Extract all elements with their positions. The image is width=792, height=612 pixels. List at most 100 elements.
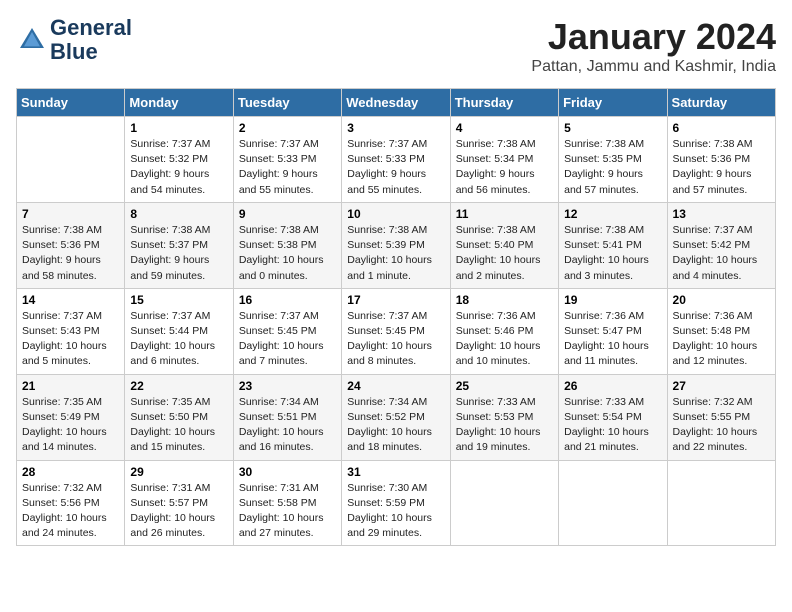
day-info: Sunrise: 7:38 AM Sunset: 5:36 PM Dayligh… bbox=[673, 137, 770, 198]
calendar-cell: 24 Sunrise: 7:34 AM Sunset: 5:52 PM Dayli… bbox=[342, 374, 450, 460]
calendar-cell: 3 Sunrise: 7:37 AM Sunset: 5:33 PM Daylig… bbox=[342, 117, 450, 203]
day-info: Sunrise: 7:32 AM Sunset: 5:56 PM Dayligh… bbox=[22, 481, 119, 542]
week-row-5: 28 Sunrise: 7:32 AM Sunset: 5:56 PM Dayli… bbox=[17, 460, 776, 546]
day-number: 26 bbox=[564, 379, 661, 393]
calendar-cell: 22Sunrise: 7:35 AM Sunset: 5:50 PM Dayli… bbox=[125, 374, 233, 460]
calendar-cell: 11 Sunrise: 7:38 AM Sunset: 5:40 PM Dayli… bbox=[450, 202, 558, 288]
day-info: Sunrise: 7:38 AM Sunset: 5:39 PM Dayligh… bbox=[347, 223, 444, 284]
day-number: 11 bbox=[456, 207, 553, 221]
day-info: Sunrise: 7:35 AM Sunset: 5:50 PM Dayligh… bbox=[130, 395, 227, 456]
weekday-sunday: Sunday bbox=[17, 89, 125, 117]
day-info: Sunrise: 7:37 AM Sunset: 5:32 PM Dayligh… bbox=[130, 137, 227, 198]
calendar-cell bbox=[559, 460, 667, 546]
calendar-cell bbox=[667, 460, 775, 546]
day-number: 2 bbox=[239, 121, 336, 135]
day-number: 4 bbox=[456, 121, 553, 135]
calendar-cell: 7 Sunrise: 7:38 AM Sunset: 5:36 PM Daylig… bbox=[17, 202, 125, 288]
day-number: 12 bbox=[564, 207, 661, 221]
calendar-cell: 2 Sunrise: 7:37 AM Sunset: 5:33 PM Daylig… bbox=[233, 117, 341, 203]
day-number: 17 bbox=[347, 293, 444, 307]
title-area: January 2024 Pattan, Jammu and Kashmir, … bbox=[531, 16, 776, 76]
logo-text: General Blue bbox=[50, 16, 132, 64]
logo-icon bbox=[16, 24, 48, 56]
day-number: 3 bbox=[347, 121, 444, 135]
day-info: Sunrise: 7:30 AM Sunset: 5:59 PM Dayligh… bbox=[347, 481, 444, 542]
weekday-wednesday: Wednesday bbox=[342, 89, 450, 117]
calendar-cell bbox=[17, 117, 125, 203]
day-info: Sunrise: 7:31 AM Sunset: 5:57 PM Dayligh… bbox=[130, 481, 227, 542]
calendar-cell: 29Sunrise: 7:31 AM Sunset: 5:57 PM Dayli… bbox=[125, 460, 233, 546]
day-info: Sunrise: 7:36 AM Sunset: 5:47 PM Dayligh… bbox=[564, 309, 661, 370]
weekday-thursday: Thursday bbox=[450, 89, 558, 117]
calendar-cell: 19Sunrise: 7:36 AM Sunset: 5:47 PM Dayli… bbox=[559, 288, 667, 374]
calendar-cell: 23Sunrise: 7:34 AM Sunset: 5:51 PM Dayli… bbox=[233, 374, 341, 460]
day-info: Sunrise: 7:38 AM Sunset: 5:36 PM Dayligh… bbox=[22, 223, 119, 284]
calendar-cell: 6 Sunrise: 7:38 AM Sunset: 5:36 PM Daylig… bbox=[667, 117, 775, 203]
calendar-cell: 8 Sunrise: 7:38 AM Sunset: 5:37 PM Daylig… bbox=[125, 202, 233, 288]
day-info: Sunrise: 7:38 AM Sunset: 5:40 PM Dayligh… bbox=[456, 223, 553, 284]
calendar-cell: 4 Sunrise: 7:38 AM Sunset: 5:34 PM Daylig… bbox=[450, 117, 558, 203]
day-number: 5 bbox=[564, 121, 661, 135]
day-info: Sunrise: 7:38 AM Sunset: 5:41 PM Dayligh… bbox=[564, 223, 661, 284]
day-info: Sunrise: 7:37 AM Sunset: 5:42 PM Dayligh… bbox=[673, 223, 770, 284]
day-info: Sunrise: 7:38 AM Sunset: 5:34 PM Dayligh… bbox=[456, 137, 553, 198]
day-info: Sunrise: 7:37 AM Sunset: 5:43 PM Dayligh… bbox=[22, 309, 119, 370]
calendar-cell: 9Sunrise: 7:38 AM Sunset: 5:38 PM Daylig… bbox=[233, 202, 341, 288]
weekday-header-row: SundayMondayTuesdayWednesdayThursdayFrid… bbox=[17, 89, 776, 117]
weekday-monday: Monday bbox=[125, 89, 233, 117]
day-number: 24 bbox=[347, 379, 444, 393]
day-number: 6 bbox=[673, 121, 770, 135]
day-info: Sunrise: 7:33 AM Sunset: 5:54 PM Dayligh… bbox=[564, 395, 661, 456]
calendar-cell: 1Sunrise: 7:37 AM Sunset: 5:32 PM Daylig… bbox=[125, 117, 233, 203]
day-number: 23 bbox=[239, 379, 336, 393]
calendar-cell: 26 Sunrise: 7:33 AM Sunset: 5:54 PM Dayli… bbox=[559, 374, 667, 460]
calendar-cell: 17 Sunrise: 7:37 AM Sunset: 5:45 PM Dayli… bbox=[342, 288, 450, 374]
day-info: Sunrise: 7:37 AM Sunset: 5:45 PM Dayligh… bbox=[239, 309, 336, 370]
week-row-1: 1Sunrise: 7:37 AM Sunset: 5:32 PM Daylig… bbox=[17, 117, 776, 203]
day-info: Sunrise: 7:38 AM Sunset: 5:35 PM Dayligh… bbox=[564, 137, 661, 198]
calendar-cell: 12 Sunrise: 7:38 AM Sunset: 5:41 PM Dayli… bbox=[559, 202, 667, 288]
location-title: Pattan, Jammu and Kashmir, India bbox=[531, 58, 776, 76]
week-row-2: 7 Sunrise: 7:38 AM Sunset: 5:36 PM Daylig… bbox=[17, 202, 776, 288]
calendar-cell: 20 Sunrise: 7:36 AM Sunset: 5:48 PM Dayli… bbox=[667, 288, 775, 374]
calendar-cell: 28 Sunrise: 7:32 AM Sunset: 5:56 PM Dayli… bbox=[17, 460, 125, 546]
weekday-friday: Friday bbox=[559, 89, 667, 117]
day-info: Sunrise: 7:36 AM Sunset: 5:46 PM Dayligh… bbox=[456, 309, 553, 370]
day-number: 7 bbox=[22, 207, 119, 221]
day-info: Sunrise: 7:35 AM Sunset: 5:49 PM Dayligh… bbox=[22, 395, 119, 456]
calendar-cell: 13Sunrise: 7:37 AM Sunset: 5:42 PM Dayli… bbox=[667, 202, 775, 288]
day-number: 8 bbox=[130, 207, 227, 221]
logo: General Blue bbox=[16, 16, 132, 64]
calendar-cell: 5 Sunrise: 7:38 AM Sunset: 5:35 PM Daylig… bbox=[559, 117, 667, 203]
day-number: 16 bbox=[239, 293, 336, 307]
day-number: 18 bbox=[456, 293, 553, 307]
day-info: Sunrise: 7:38 AM Sunset: 5:37 PM Dayligh… bbox=[130, 223, 227, 284]
calendar-cell: 25Sunrise: 7:33 AM Sunset: 5:53 PM Dayli… bbox=[450, 374, 558, 460]
day-info: Sunrise: 7:36 AM Sunset: 5:48 PM Dayligh… bbox=[673, 309, 770, 370]
calendar-cell: 30Sunrise: 7:31 AM Sunset: 5:58 PM Dayli… bbox=[233, 460, 341, 546]
day-info: Sunrise: 7:37 AM Sunset: 5:33 PM Dayligh… bbox=[347, 137, 444, 198]
calendar-cell: 10 Sunrise: 7:38 AM Sunset: 5:39 PM Dayli… bbox=[342, 202, 450, 288]
day-number: 10 bbox=[347, 207, 444, 221]
calendar-cell: 16 Sunrise: 7:37 AM Sunset: 5:45 PM Dayli… bbox=[233, 288, 341, 374]
header: General Blue January 2024 Pattan, Jammu … bbox=[16, 16, 776, 76]
day-number: 20 bbox=[673, 293, 770, 307]
day-number: 25 bbox=[456, 379, 553, 393]
day-info: Sunrise: 7:38 AM Sunset: 5:38 PM Dayligh… bbox=[239, 223, 336, 284]
day-info: Sunrise: 7:37 AM Sunset: 5:45 PM Dayligh… bbox=[347, 309, 444, 370]
weekday-tuesday: Tuesday bbox=[233, 89, 341, 117]
day-number: 28 bbox=[22, 465, 119, 479]
day-info: Sunrise: 7:34 AM Sunset: 5:52 PM Dayligh… bbox=[347, 395, 444, 456]
day-info: Sunrise: 7:32 AM Sunset: 5:55 PM Dayligh… bbox=[673, 395, 770, 456]
calendar-cell: 15Sunrise: 7:37 AM Sunset: 5:44 PM Dayli… bbox=[125, 288, 233, 374]
day-number: 21 bbox=[22, 379, 119, 393]
month-title: January 2024 bbox=[531, 16, 776, 58]
day-info: Sunrise: 7:37 AM Sunset: 5:33 PM Dayligh… bbox=[239, 137, 336, 198]
calendar-cell: 18 Sunrise: 7:36 AM Sunset: 5:46 PM Dayli… bbox=[450, 288, 558, 374]
calendar-cell: 31Sunrise: 7:30 AM Sunset: 5:59 PM Dayli… bbox=[342, 460, 450, 546]
week-row-4: 21 Sunrise: 7:35 AM Sunset: 5:49 PM Dayli… bbox=[17, 374, 776, 460]
day-number: 15 bbox=[130, 293, 227, 307]
week-row-3: 14Sunrise: 7:37 AM Sunset: 5:43 PM Dayli… bbox=[17, 288, 776, 374]
calendar-table: SundayMondayTuesdayWednesdayThursdayFrid… bbox=[16, 88, 776, 546]
day-number: 30 bbox=[239, 465, 336, 479]
